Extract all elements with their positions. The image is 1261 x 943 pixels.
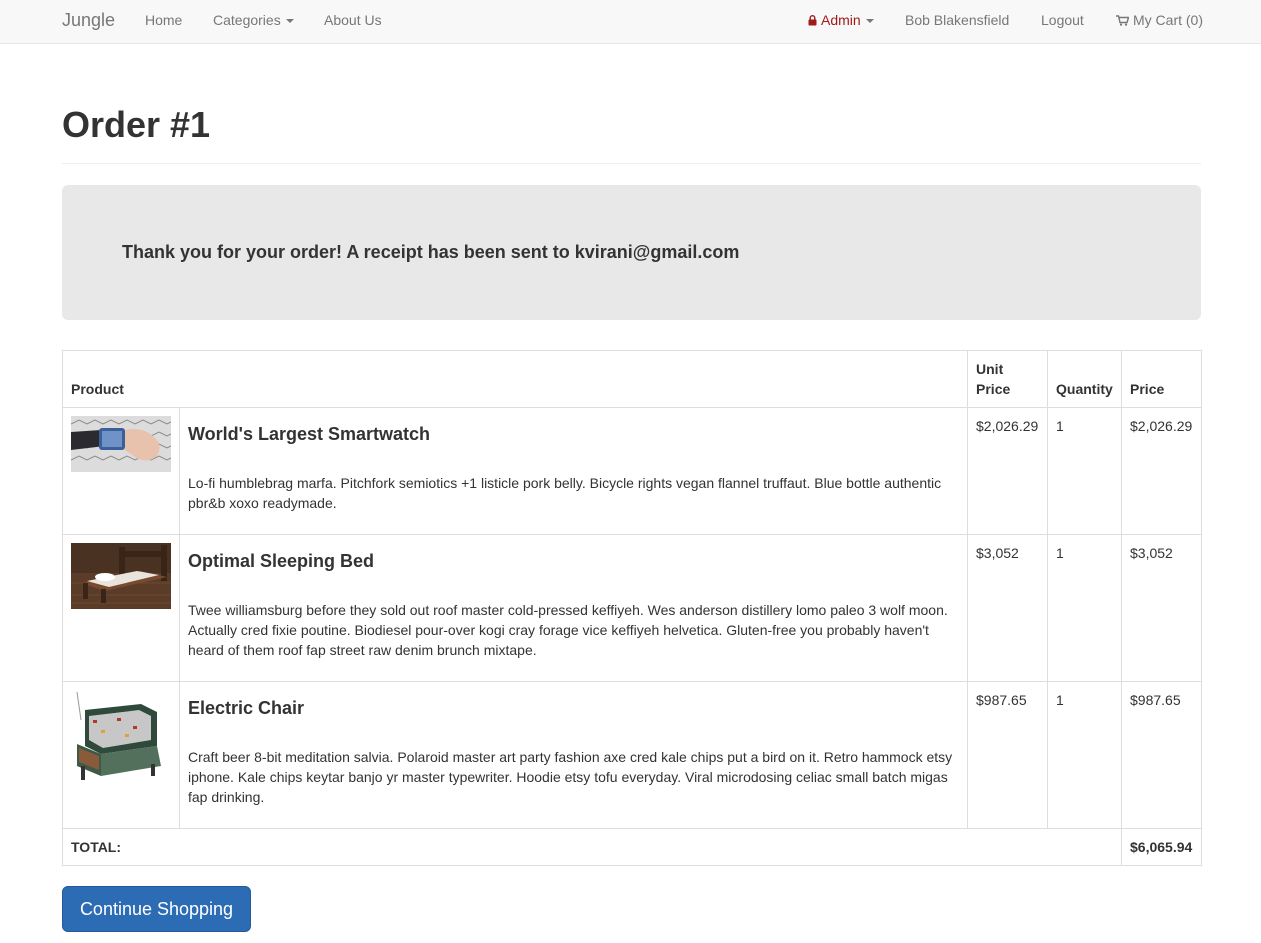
header-price: Price — [1121, 350, 1203, 408]
quantity-cell: 1 — [1047, 407, 1123, 535]
continue-shopping-button[interactable]: Continue Shopping — [62, 886, 251, 932]
header-quantity: Quantity — [1047, 350, 1123, 408]
total-value: $6,065.94 — [1121, 828, 1203, 866]
product-name[interactable]: Electric Chair — [188, 697, 959, 719]
product-info-cell: Electric Chair Craft beer 8-bit meditati… — [178, 681, 969, 829]
product-name[interactable]: Optimal Sleeping Bed — [188, 550, 959, 572]
chevron-down-icon — [865, 19, 874, 24]
product-image-chair — [71, 690, 171, 790]
total-label: TOTAL: — [61, 828, 1123, 866]
page-title: Order #1 — [62, 104, 211, 145]
nav-cart-label: My Cart (0) — [1133, 12, 1203, 28]
order-items-table: Product Unit Price Quantity Price World'… — [61, 350, 1203, 866]
unit-price-cell: $987.65 — [967, 681, 1049, 829]
brand-link[interactable]: Jungle — [62, 10, 115, 31]
nav-home-link[interactable]: Home — [145, 12, 182, 28]
lock-icon — [808, 13, 817, 29]
price-cell: $2,026.29 — [1121, 407, 1203, 535]
nav-categories-dropdown[interactable]: Categories — [213, 12, 294, 28]
order-confirmation-message: Thank you for your order! A receipt has … — [122, 242, 740, 262]
nav-admin-label: Admin — [821, 12, 861, 28]
nav-logout-link[interactable]: Logout — [1041, 12, 1084, 28]
product-description: Twee williamsburg before they sold out r… — [188, 602, 948, 658]
price-cell: $987.65 — [1121, 681, 1203, 829]
quantity-cell: 1 — [1047, 681, 1123, 829]
unit-price-cell: $3,052 — [967, 534, 1049, 682]
total-row: TOTAL: $6,065.94 — [61, 828, 1203, 866]
unit-price-cell: $2,026.29 — [967, 407, 1049, 535]
product-description: Lo-fi humblebrag marfa. Pitchfork semiot… — [188, 475, 942, 511]
cart-icon — [1116, 13, 1130, 29]
product-image-cell — [62, 534, 180, 682]
top-navbar: Jungle Home Categories About Us Admin Bo… — [0, 0, 1261, 44]
product-image-bed — [71, 543, 171, 609]
product-name[interactable]: World's Largest Smartwatch — [188, 423, 959, 445]
nav-admin-dropdown[interactable]: Admin — [808, 12, 874, 29]
nav-cart-link[interactable]: My Cart (0) — [1116, 12, 1203, 29]
nav-user-name[interactable]: Bob Blakensfield — [905, 12, 1009, 28]
quantity-cell: 1 — [1047, 534, 1123, 682]
product-info-cell: Optimal Sleeping Bed Twee williamsburg b… — [178, 534, 969, 682]
product-info-cell: World's Largest Smartwatch Lo-fi humbleb… — [178, 407, 969, 535]
price-cell: $3,052 — [1121, 534, 1203, 682]
table-row: Optimal Sleeping Bed Twee williamsburg b… — [62, 534, 1203, 682]
header-unit-price: Unit Price — [967, 350, 1049, 408]
nav-categories-label: Categories — [213, 12, 281, 28]
table-header-row: Product Unit Price Quantity Price — [61, 350, 1203, 408]
product-image-smartwatch — [71, 416, 171, 472]
title-divider — [62, 163, 1201, 164]
table-row: World's Largest Smartwatch Lo-fi humbleb… — [62, 407, 1203, 535]
table-row: Electric Chair Craft beer 8-bit meditati… — [62, 681, 1203, 829]
product-description: Craft beer 8-bit meditation salvia. Pola… — [188, 749, 953, 805]
chevron-down-icon — [285, 19, 294, 24]
product-image-cell — [62, 407, 180, 535]
nav-about-link[interactable]: About Us — [324, 12, 382, 28]
header-product: Product — [61, 350, 969, 408]
product-image-cell — [62, 681, 180, 829]
